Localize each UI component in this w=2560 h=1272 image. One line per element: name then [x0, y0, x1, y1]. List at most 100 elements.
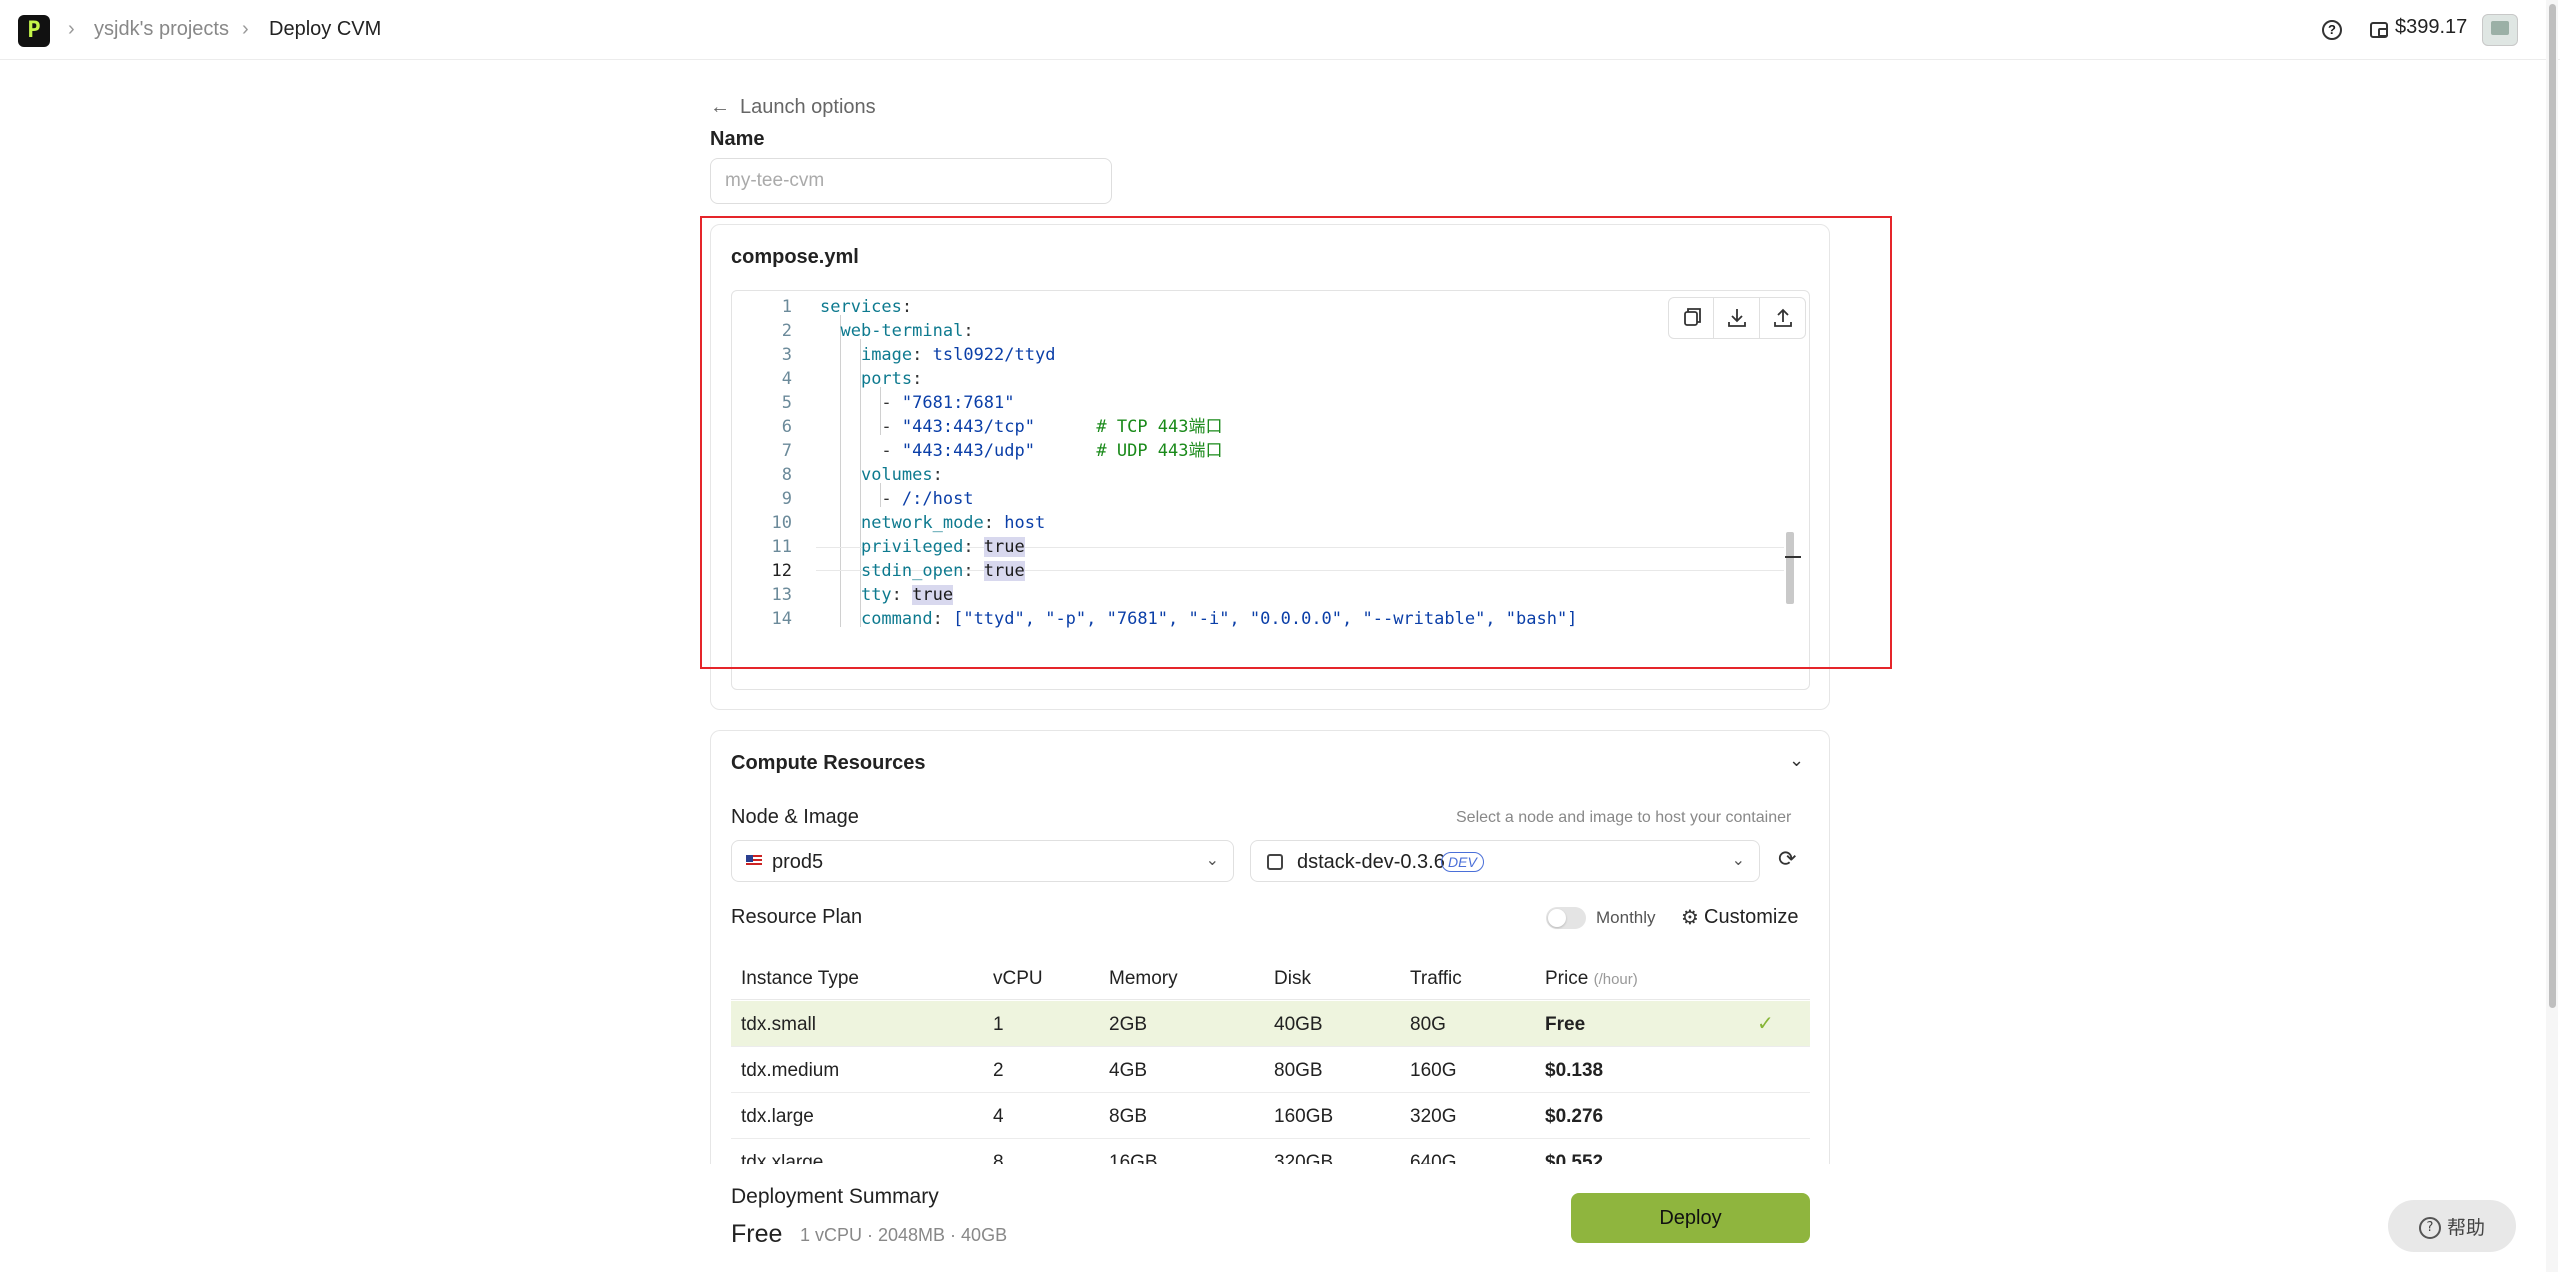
code-text: web-terminal:: [820, 319, 973, 343]
cell-type: tdx.medium: [741, 1060, 840, 1081]
dev-badge: DEV: [1441, 852, 1484, 872]
cell-price: $0.138: [1545, 1060, 1604, 1081]
code-token: volumes: [860, 465, 933, 485]
compose-title: compose.yml: [731, 246, 859, 268]
deploy-button[interactable]: Deploy: [1571, 1193, 1810, 1243]
line-number: 2: [781, 321, 792, 341]
line-number: 11: [771, 537, 792, 557]
col-memory: Memory: [1109, 968, 1178, 989]
gear-icon[interactable]: ⚙: [1681, 905, 1699, 930]
code-token: :: [891, 585, 913, 605]
help-icon[interactable]: ?: [2322, 20, 2342, 40]
image-select[interactable]: dstack-dev-0.3.6 DEV ⌄: [1250, 840, 1760, 882]
code-line[interactable]: 1 services:: [732, 295, 1789, 319]
cell-price: $0.276: [1545, 1106, 1604, 1127]
code-token: privileged: [860, 537, 964, 557]
code-token: :: [932, 465, 943, 485]
code-line[interactable]: 2 web-terminal:: [732, 319, 1789, 343]
copy-button[interactable]: [1669, 298, 1714, 338]
code-line[interactable]: 14 command: ["ttyd", "-p", "7681", "-i",…: [732, 607, 1789, 631]
code-line[interactable]: 11 privileged: true: [732, 535, 1789, 559]
editor-scrollbar-thumb[interactable]: [1786, 532, 1794, 604]
compose-editor[interactable]: 1 services: 2 web-terminal: 3 image: tsl092…: [731, 290, 1810, 690]
code-token: "7681:7681": [901, 393, 1015, 413]
code-line[interactable]: 5 - "7681:7681": [732, 391, 1789, 415]
summary-price: Free: [731, 1220, 783, 1248]
cell-disk: 40GB: [1274, 1014, 1323, 1035]
editor-cursor-marker: [1785, 556, 1801, 558]
code-text: privileged: true: [820, 535, 1025, 559]
user-avatar[interactable]: [2482, 14, 2518, 46]
name-label: Name: [710, 128, 765, 150]
code-token: :: [932, 609, 954, 629]
code-text: tty: true: [820, 583, 954, 607]
code-line[interactable]: 13 tty: true: [732, 583, 1789, 607]
code-token: ports: [860, 369, 913, 389]
cell-price: Free: [1545, 1014, 1586, 1035]
breadcrumb-projects[interactable]: ysjdk's projects: [94, 18, 229, 41]
code-line[interactable]: 7 - "443:443/udp" # UDP 443端口: [732, 439, 1789, 463]
code-text: - "7681:7681": [820, 391, 1014, 415]
code-line[interactable]: 12 stdin_open: true: [732, 559, 1789, 583]
plan-row[interactable]: tdx.large 4 8GB 160GB 320G $0.276: [731, 1093, 1810, 1139]
code-token: true: [983, 561, 1025, 581]
code-line[interactable]: 3 image: tsl0922/ttyd: [732, 343, 1789, 367]
chevron-down-icon[interactable]: ⌄: [1789, 750, 1804, 771]
page-scrollbar-thumb[interactable]: [2549, 4, 2556, 1008]
monthly-toggle[interactable]: [1546, 907, 1586, 929]
code-token: services: [820, 297, 902, 317]
summary-spec: 1 vCPU · 2048MB · 40GB: [800, 1225, 1008, 1245]
cell-disk: 80GB: [1274, 1060, 1323, 1081]
code-token: true: [912, 585, 954, 605]
code-token: # TCP 443端口: [1096, 417, 1223, 437]
code-line[interactable]: 4 ports:: [732, 367, 1789, 391]
plan-row[interactable]: tdx.small 1 2GB 40GB 80G Free ✓: [731, 1001, 1810, 1047]
code-token: command: [860, 609, 933, 629]
plan-row[interactable]: tdx.medium 2 4GB 80GB 160G $0.138: [731, 1047, 1810, 1093]
cell-disk: 160GB: [1274, 1106, 1334, 1127]
col-traffic: Traffic: [1410, 968, 1462, 989]
back-launch-options-link[interactable]: Launch options: [740, 96, 876, 119]
code-token: -: [820, 489, 902, 509]
cell-type: tdx.large: [741, 1106, 814, 1127]
code-line[interactable]: 6 - "443:443/tcp" # TCP 443端口: [732, 415, 1789, 439]
download-button[interactable]: [1715, 298, 1760, 338]
customize-button[interactable]: Customize: [1704, 906, 1798, 929]
code-line[interactable]: 10 network_mode: host: [732, 511, 1789, 535]
wallet-icon: [2370, 22, 2388, 38]
code-text: - /:/host: [820, 487, 973, 511]
line-number: 4: [781, 369, 792, 389]
balance-amount[interactable]: $399.17: [2395, 16, 2467, 39]
col-price-label: Price: [1545, 968, 1589, 989]
code-token: stdin_open: [860, 561, 964, 581]
code-text: volumes:: [820, 463, 943, 487]
cell-type: tdx.small: [741, 1014, 816, 1035]
line-number: 9: [781, 489, 792, 509]
compute-resources-title[interactable]: Compute Resources: [731, 752, 926, 775]
code-token: -: [820, 417, 902, 437]
node-select[interactable]: prod5 ⌄: [731, 840, 1234, 882]
code-line[interactable]: 9 - /:/host: [732, 487, 1789, 511]
app-logo[interactable]: P: [18, 15, 50, 47]
code-line[interactable]: 8 volumes:: [732, 463, 1789, 487]
us-flag-icon: [746, 855, 762, 867]
arrow-left-icon[interactable]: ←: [710, 96, 730, 119]
line-number: 14: [771, 609, 792, 629]
code-token: -: [820, 393, 902, 413]
help-button[interactable]: ? 帮助: [2388, 1200, 2516, 1252]
code-token: "443:443/udp": [901, 441, 1035, 461]
name-input[interactable]: [710, 158, 1112, 204]
cell-vcpu: 1: [993, 1014, 1004, 1035]
upload-button[interactable]: [1761, 298, 1806, 338]
chevron-right-icon: ›: [68, 18, 75, 40]
refresh-icon[interactable]: ⟳: [1778, 846, 1796, 872]
col-instance-type: Instance Type: [741, 968, 859, 989]
code-text: network_mode: host: [820, 511, 1045, 535]
line-number: 8: [781, 465, 792, 485]
